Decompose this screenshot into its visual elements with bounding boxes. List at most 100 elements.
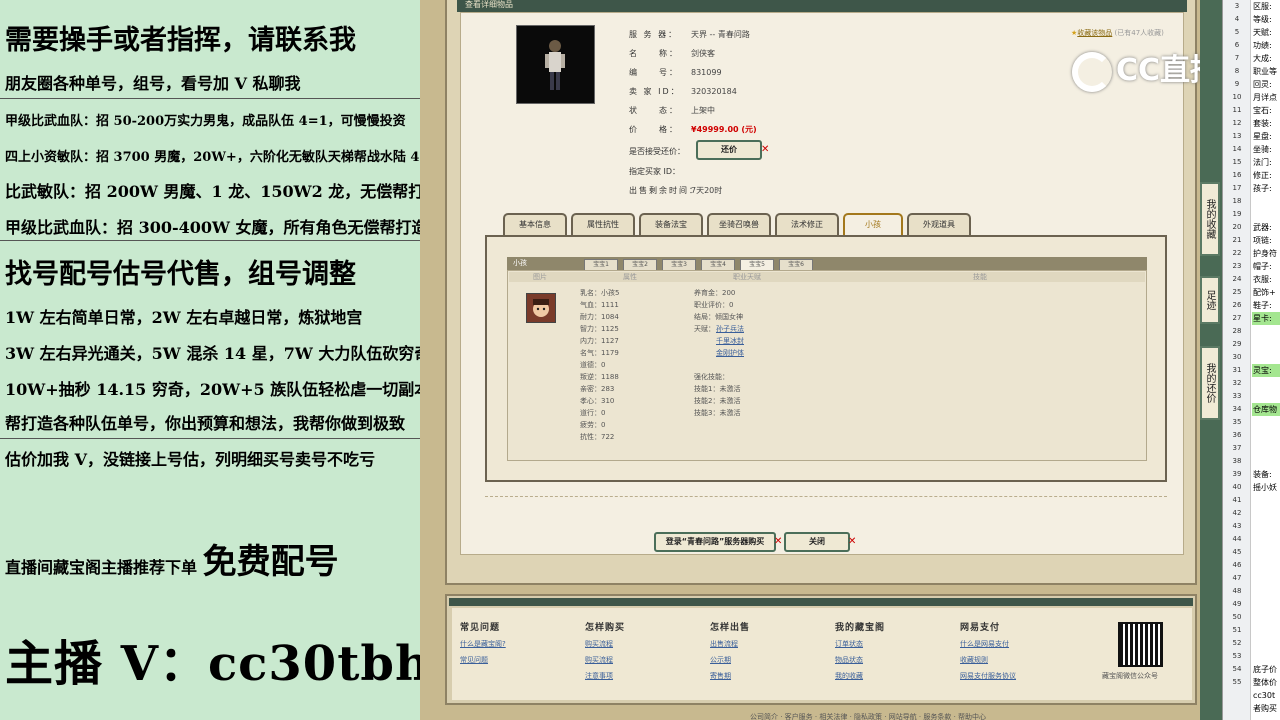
sheet-cell[interactable] — [1252, 520, 1280, 533]
sheet-cell[interactable] — [1252, 455, 1280, 468]
footer-link[interactable]: 什么是藏宝阁? — [460, 639, 570, 649]
bargain-button[interactable]: 还价 — [696, 140, 762, 160]
my-bargain-button[interactable]: 我的还价 — [1200, 346, 1220, 420]
sheet-cell[interactable] — [1252, 429, 1280, 442]
web-page: 查看详细物品 服 务 器： 天界 -- 青春问路 名 称： 剑侠客 编 号： 8310… — [420, 0, 1200, 720]
tab-attributes[interactable]: 属性抗性 — [571, 213, 635, 236]
sheet-cell[interactable] — [1252, 559, 1280, 572]
footer-link[interactable]: 购买流程 — [585, 639, 695, 649]
footer-link[interactable]: 公示期 — [710, 655, 820, 665]
login-purchase-button[interactable]: 登录“青春问路”服务器购买 — [654, 532, 776, 552]
sheet-cell[interactable]: 月详点 — [1252, 91, 1280, 104]
sheet-cell[interactable]: 灵宝: — [1252, 364, 1280, 377]
sheet-cell[interactable] — [1252, 351, 1280, 364]
sheet-cell[interactable]: 坐骑: — [1252, 143, 1280, 156]
screen: 需要操手或者指挥，请联系我 朋友圈各种单号，组号，看号加 V 私聊我 甲级比武血… — [0, 0, 1280, 720]
modal-title: 查看详细物品 — [457, 0, 1187, 12]
tab-basic-info[interactable]: 基本信息 — [503, 213, 567, 236]
sheet-cell[interactable]: 修正: — [1252, 169, 1280, 182]
sheet-cell[interactable] — [1252, 507, 1280, 520]
footer-link[interactable]: 什么是网易支付 — [960, 639, 1070, 649]
sheet-cell[interactable]: 帽子: — [1252, 260, 1280, 273]
sheet-cell[interactable]: 底子价 — [1252, 663, 1280, 676]
bottom-links[interactable]: 公司简介 · 客户服务 · 相关法律 · 隐私政策 · 网站导航 · 服务条款 … — [750, 712, 986, 720]
sheet-cell[interactable]: 者购买 — [1252, 702, 1280, 715]
sheet-cell[interactable] — [1252, 195, 1280, 208]
sheet-cell[interactable]: 星卡: — [1252, 312, 1280, 325]
footer-link[interactable]: 物品状态 — [835, 655, 945, 665]
info-key: 价 格： — [629, 125, 679, 134]
stream-watermark: CC直播 — [1072, 45, 1220, 92]
sheet-cell[interactable]: 装备: — [1252, 468, 1280, 481]
sheet-cell[interactable] — [1252, 416, 1280, 429]
stat-left: 抗性：722 — [580, 433, 615, 441]
sheet-cell[interactable] — [1252, 572, 1280, 585]
sheet-cell[interactable]: 职业等 — [1252, 65, 1280, 78]
sheet-cell[interactable]: 大成: — [1252, 52, 1280, 65]
footprint-button[interactable]: 足迹 — [1200, 276, 1220, 324]
sheet-cell[interactable] — [1252, 338, 1280, 351]
sheet-cell[interactable]: 宝石: — [1252, 104, 1280, 117]
sheet-cell[interactable] — [1252, 494, 1280, 507]
sheet-cell[interactable] — [1252, 611, 1280, 624]
sheet-cell[interactable]: 回灵: — [1252, 78, 1280, 91]
sheet-cell[interactable]: 天赋: — [1252, 26, 1280, 39]
sheet-cell[interactable]: 整体价 — [1252, 676, 1280, 689]
talent-link[interactable]: 千里冰封 — [716, 336, 744, 346]
stat-left: 孝心：310 — [580, 397, 615, 405]
sheet-cell[interactable] — [1252, 585, 1280, 598]
footer-link[interactable]: 我的收藏 — [835, 671, 945, 681]
talent-link[interactable]: 孙子兵法 — [716, 324, 744, 334]
sheet-cell[interactable] — [1252, 533, 1280, 546]
sheet-cell[interactable]: 功绩: — [1252, 39, 1280, 52]
footer-link[interactable]: 订单状态 — [835, 639, 945, 649]
sheet-cell[interactable]: 星盘: — [1252, 130, 1280, 143]
sheet-cell[interactable]: 等级: — [1252, 13, 1280, 26]
spreadsheet-panel: 3 4 5 6 7 8 9 10 11 12 13 14 15 16 17 18 19 20 21 22 23 24 25 2… — [1222, 0, 1280, 720]
sheet-cell[interactable]: 法门: — [1252, 156, 1280, 169]
sheet-cell[interactable] — [1252, 208, 1280, 221]
close-button[interactable]: 关闭 — [784, 532, 850, 552]
favorite-link[interactable]: ★收藏该物品 (已有47人收藏) — [1071, 28, 1164, 38]
sheet-cell[interactable]: 项链: — [1252, 234, 1280, 247]
sheet-cell[interactable] — [1252, 598, 1280, 611]
sheet-cell[interactable] — [1252, 546, 1280, 559]
sheet-cell[interactable]: 武器: — [1252, 221, 1280, 234]
sheet-cell[interactable]: 衣服: — [1252, 273, 1280, 286]
footer-link[interactable]: 收藏规则 — [960, 655, 1070, 665]
row-number: 47 — [1232, 574, 1242, 582]
sheet-cell[interactable]: 摇小妖 — [1252, 481, 1280, 494]
sheet-cell[interactable] — [1252, 390, 1280, 403]
sheet-cell[interactable]: 鞋子: — [1252, 299, 1280, 312]
footer-link[interactable]: 寄售期 — [710, 671, 820, 681]
footer-link[interactable]: 常见问题 — [460, 655, 570, 665]
tab-spells[interactable]: 法术修正 — [775, 213, 839, 236]
row-number: 21 — [1232, 236, 1242, 244]
sheet-cell[interactable]: 套装: — [1252, 117, 1280, 130]
footer-link[interactable]: 出售流程 — [710, 639, 820, 649]
footer-link[interactable]: 购买流程 — [585, 655, 695, 665]
sheet-cell[interactable]: 仓库物 — [1252, 403, 1280, 416]
info-line: 找号配号估号代售，组号调整 — [5, 259, 356, 290]
sheet-cell[interactable] — [1252, 637, 1280, 650]
sheet-cell[interactable]: 配饰+ — [1252, 286, 1280, 299]
tab-appearance[interactable]: 外观道具 — [907, 213, 971, 236]
sheet-cell[interactable]: 护身符 — [1252, 247, 1280, 260]
sheet-cell[interactable]: 孩子: — [1252, 182, 1280, 195]
tab-mounts[interactable]: 坐骑召唤兽 — [707, 213, 771, 236]
footer-link[interactable]: 注意事项 — [585, 671, 695, 681]
row-number: 40 — [1232, 483, 1242, 491]
row-number: 14 — [1232, 145, 1242, 153]
footer-link[interactable]: 网易支付服务协议 — [960, 671, 1070, 681]
sheet-cell[interactable] — [1252, 377, 1280, 390]
my-favorites-button[interactable]: 我的收藏 — [1200, 182, 1220, 256]
tab-equipment[interactable]: 装备法宝 — [639, 213, 703, 236]
sheet-cell[interactable] — [1252, 325, 1280, 338]
sheet-cell[interactable]: 区服: — [1252, 0, 1280, 13]
sheet-cell[interactable]: cc30t — [1252, 689, 1280, 702]
sheet-cell[interactable] — [1252, 650, 1280, 663]
sheet-cell[interactable] — [1252, 624, 1280, 637]
tab-child[interactable]: 小孩 — [843, 213, 903, 236]
talent-link[interactable]: 金刚护体 — [716, 348, 744, 358]
sheet-cell[interactable] — [1252, 442, 1280, 455]
